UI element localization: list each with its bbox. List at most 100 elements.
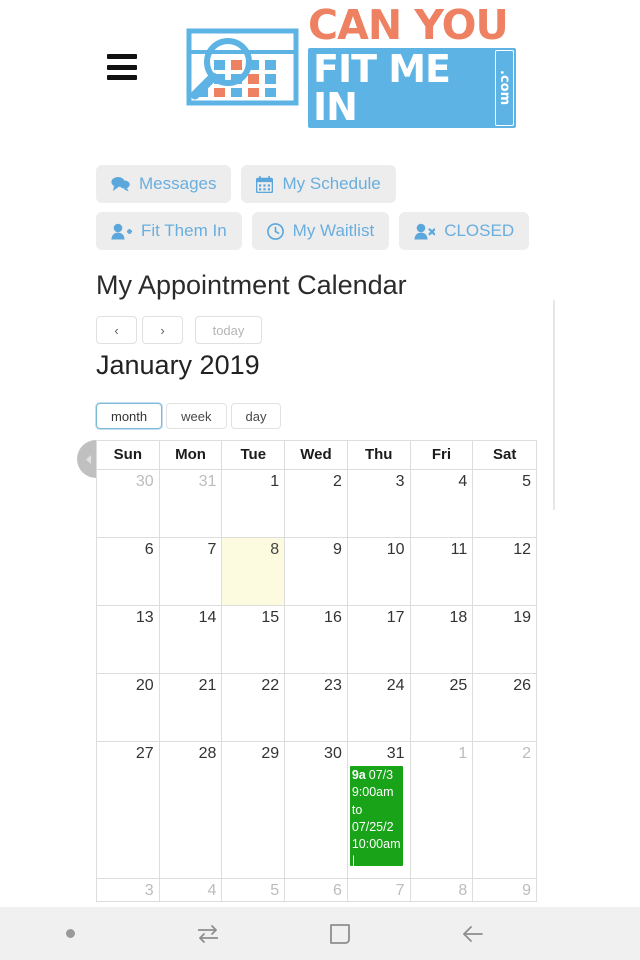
- day-cell[interactable]: 30: [97, 470, 160, 537]
- day-number: 23: [324, 677, 342, 694]
- day-cell[interactable]: 17: [348, 606, 411, 673]
- day-number: 13: [135, 609, 154, 626]
- weekday-mon: Mon: [160, 441, 223, 469]
- nav-home[interactable]: [275, 922, 405, 946]
- calendar-week-row: 6 7 8 9 10 11 12: [97, 538, 536, 606]
- day-cell[interactable]: 28: [160, 742, 223, 878]
- day-cell[interactable]: 23: [285, 674, 348, 741]
- day-cell[interactable]: 20: [97, 674, 160, 741]
- nav-back[interactable]: [405, 923, 540, 945]
- hamburger-bar: [107, 54, 137, 59]
- page-scrollbar[interactable]: [553, 300, 555, 510]
- day-number: 9: [522, 882, 531, 899]
- calendar-view-switcher: month week day: [96, 403, 282, 429]
- day-number: 30: [135, 473, 154, 490]
- day-cell[interactable]: 26: [473, 674, 536, 741]
- day-number: 24: [386, 677, 405, 694]
- day-number: 29: [261, 745, 280, 762]
- page-title: My Appointment Calendar: [96, 270, 407, 300]
- android-navigation-bar: [0, 907, 640, 960]
- day-cell[interactable]: 12: [473, 538, 536, 605]
- home-square-icon: [330, 923, 350, 944]
- day-cell[interactable]: 6: [285, 879, 348, 901]
- day-cell[interactable]: 7: [160, 538, 223, 605]
- day-cell[interactable]: 5: [222, 879, 286, 901]
- calendar-week-row: 13 14 15 16 17 18 19: [97, 606, 536, 674]
- day-number: 4: [458, 473, 468, 490]
- weekday-wed: Wed: [285, 441, 348, 469]
- day-cell[interactable]: 3: [348, 470, 411, 537]
- nav-dot-indicator[interactable]: [0, 929, 140, 938]
- calendar-event[interactable]: 9a 07/3 9:00am to 07/25/2 10:00am |: [349, 766, 403, 866]
- day-cell[interactable]: 14: [160, 606, 223, 673]
- day-cell[interactable]: 4: [411, 470, 474, 537]
- fit-them-in-button[interactable]: Fit Them In: [96, 212, 242, 250]
- day-cell[interactable]: 22: [222, 674, 286, 741]
- day-cell[interactable]: 4: [160, 879, 223, 901]
- closed-button[interactable]: CLOSED: [399, 212, 530, 250]
- calendar-week-row: 3 4 5 6 7 8 9: [97, 879, 536, 902]
- day-cell[interactable]: 7: [348, 879, 411, 901]
- day-cell-today[interactable]: 8: [222, 538, 286, 605]
- day-cell[interactable]: 11: [411, 538, 474, 605]
- calendar-toolbar: ‹ › today: [96, 316, 262, 344]
- day-number: 7: [207, 541, 217, 558]
- day-cell[interactable]: 9: [473, 879, 536, 901]
- site-logo[interactable]: CAN YOU FIT ME IN .com: [186, 5, 516, 128]
- day-cell[interactable]: 31: [160, 470, 223, 537]
- calendar-week-row: 27 28 29 30 31 9a 07/3 9:00am to 07/25/2 …: [97, 742, 536, 879]
- app-header: CAN YOU FIT ME IN .com: [0, 0, 640, 136]
- day-cell[interactable]: 6: [97, 538, 160, 605]
- hamburger-bar: [107, 64, 137, 70]
- event-line: 07/25/2: [351, 819, 394, 834]
- day-cell[interactable]: 29: [222, 742, 286, 878]
- calendar-week-row: 20 21 22 23 24 25 26: [97, 674, 536, 742]
- day-cell[interactable]: 5: [473, 470, 536, 537]
- day-cell[interactable]: 3: [97, 879, 160, 901]
- day-cell[interactable]: 19: [473, 606, 536, 673]
- day-number: 27: [135, 745, 154, 762]
- logo-dotcom: .com: [495, 49, 514, 126]
- weekday-sat: Sat: [492, 446, 517, 463]
- day-number: 8: [270, 541, 280, 558]
- day-cell[interactable]: 2: [285, 470, 348, 537]
- day-number: 2: [332, 473, 342, 490]
- prev-month-button[interactable]: ‹: [96, 316, 137, 344]
- day-cell[interactable]: 10: [348, 538, 411, 605]
- day-cell[interactable]: 25: [411, 674, 474, 741]
- logo-text: CAN YOU FIT ME IN .com: [308, 5, 516, 128]
- day-number: 5: [522, 473, 531, 490]
- day-cell[interactable]: 18: [411, 606, 474, 673]
- day-cell[interactable]: 8: [411, 879, 474, 901]
- messages-button-label: Messages: [139, 174, 217, 193]
- day-number: 5: [270, 882, 280, 899]
- quick-nav-buttons: Messages My Schedule Fit Them In My Wait…: [96, 165, 546, 250]
- next-month-button[interactable]: ›: [142, 316, 183, 344]
- view-week-button[interactable]: week: [166, 403, 227, 429]
- nav-switch-apps[interactable]: [140, 923, 275, 945]
- view-month-button[interactable]: month: [96, 403, 163, 429]
- messages-button[interactable]: Messages: [96, 165, 232, 203]
- day-number: 6: [144, 541, 154, 558]
- day-cell[interactable]: 21: [160, 674, 223, 741]
- day-cell[interactable]: 9: [285, 538, 348, 605]
- event-line: 9:00am: [351, 785, 394, 800]
- day-cell[interactable]: 2: [473, 742, 536, 878]
- day-cell[interactable]: 30: [285, 742, 348, 878]
- day-cell[interactable]: 31 9a 07/3 9:00am to 07/25/2 10:00am |: [348, 742, 411, 878]
- day-number: 10: [386, 541, 405, 558]
- hamburger-menu-icon[interactable]: [107, 54, 137, 80]
- day-cell[interactable]: 1: [411, 742, 474, 878]
- day-cell[interactable]: 27: [97, 742, 160, 878]
- my-schedule-button[interactable]: My Schedule: [241, 165, 396, 203]
- today-button[interactable]: today: [195, 316, 262, 344]
- day-cell[interactable]: 1: [222, 470, 286, 537]
- day-cell[interactable]: 24: [348, 674, 411, 741]
- day-cell[interactable]: 13: [97, 606, 160, 673]
- my-waitlist-button[interactable]: My Waitlist: [251, 212, 390, 250]
- event-time: 9a: [351, 768, 366, 782]
- view-day-button[interactable]: day: [230, 403, 282, 429]
- day-cell[interactable]: 15: [222, 606, 286, 673]
- day-number: 3: [395, 473, 405, 490]
- day-cell[interactable]: 16: [285, 606, 348, 673]
